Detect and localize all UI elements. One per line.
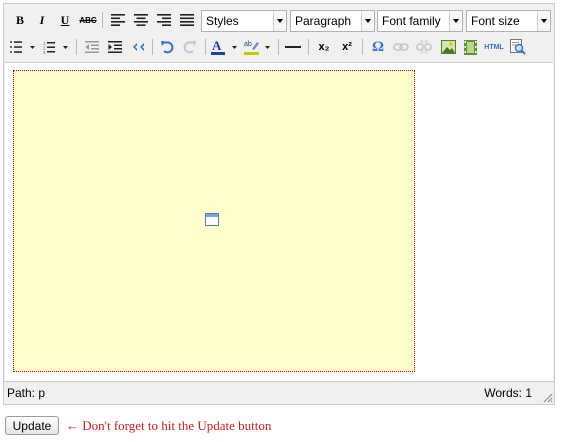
toolbar-separator bbox=[76, 39, 77, 55]
font-size-select[interactable]: Font size bbox=[466, 10, 551, 32]
svg-text:ab: ab bbox=[244, 41, 252, 48]
charmap-icon: Ω bbox=[371, 38, 384, 55]
outdent-icon bbox=[85, 41, 99, 53]
toolbar-separator bbox=[152, 39, 153, 55]
align-right-icon bbox=[157, 14, 171, 26]
undo-icon bbox=[161, 41, 174, 54]
redo-button[interactable] bbox=[180, 37, 200, 57]
italic-button[interactable]: I bbox=[32, 10, 52, 30]
bullet-list-button[interactable] bbox=[9, 37, 37, 57]
bold-icon: B bbox=[15, 12, 24, 27]
align-center-icon bbox=[134, 14, 148, 26]
chevron-down-icon bbox=[449, 11, 462, 31]
redo-icon bbox=[183, 41, 196, 54]
superscript-icon: x² bbox=[342, 41, 352, 53]
indent-icon bbox=[108, 41, 122, 53]
outdent-button[interactable] bbox=[82, 37, 102, 57]
element-path: Path: p bbox=[7, 386, 46, 400]
svg-text:3: 3 bbox=[43, 50, 46, 54]
unlink-button[interactable] bbox=[414, 37, 434, 57]
horizontal-rule-button[interactable] bbox=[283, 37, 303, 57]
text-color-button[interactable]: A bbox=[210, 37, 240, 57]
bold-button[interactable]: B bbox=[10, 10, 30, 30]
indent-button[interactable] bbox=[105, 37, 125, 57]
update-button[interactable]: Update bbox=[5, 416, 59, 435]
highlight-color-button[interactable]: ab bbox=[243, 37, 273, 57]
preview-icon bbox=[510, 39, 526, 55]
html-source-button[interactable]: HTML bbox=[482, 37, 506, 57]
image-icon bbox=[440, 40, 456, 54]
strikethrough-button[interactable]: ABC bbox=[78, 10, 98, 30]
horizontal-rule-icon bbox=[285, 46, 301, 48]
word-count: Words: 1 bbox=[484, 386, 532, 400]
blockquote-icon bbox=[133, 43, 144, 51]
toolbar-separator bbox=[362, 39, 363, 55]
update-reminder-note: ← Don't forget to hit the Update button bbox=[66, 418, 272, 433]
resize-grip-icon[interactable] bbox=[542, 392, 553, 403]
charmap-button[interactable]: Ω bbox=[368, 37, 388, 57]
strikethrough-icon: ABC bbox=[79, 15, 97, 25]
bullet-list-icon bbox=[10, 41, 35, 53]
link-icon bbox=[393, 43, 409, 51]
embedded-object-placeholder[interactable] bbox=[13, 70, 415, 372]
highlight-color-icon: ab bbox=[244, 41, 270, 55]
toolbar-separator bbox=[308, 39, 309, 55]
toolbar-separator bbox=[205, 39, 206, 55]
blockquote-button[interactable] bbox=[128, 37, 148, 57]
media-button[interactable] bbox=[460, 37, 480, 57]
svg-text:A: A bbox=[212, 39, 222, 53]
font-size-select-value: Font size bbox=[471, 14, 520, 28]
align-right-button[interactable] bbox=[154, 10, 174, 30]
window-icon bbox=[205, 213, 219, 226]
align-left-button[interactable] bbox=[108, 10, 128, 30]
font-family-select-value: Font family bbox=[382, 14, 441, 28]
align-left-icon bbox=[111, 14, 125, 26]
html-source-icon: HTML bbox=[484, 43, 504, 51]
toolbar-row-1: B I U ABC Styles Paragraph Font family F… bbox=[4, 7, 554, 33]
styles-select-value: Styles bbox=[206, 14, 239, 28]
align-justify-button[interactable] bbox=[177, 10, 197, 30]
chevron-down-icon bbox=[273, 11, 286, 31]
subscript-icon: x₂ bbox=[318, 41, 330, 53]
preview-button[interactable] bbox=[508, 37, 528, 57]
numbered-list-icon: 1 2 3 bbox=[43, 41, 68, 54]
link-button[interactable] bbox=[391, 37, 411, 57]
image-button[interactable] bbox=[438, 37, 458, 57]
align-center-button[interactable] bbox=[131, 10, 151, 30]
editor-status-bar: Path: p Words: 1 bbox=[4, 381, 554, 404]
format-select-value: Paragraph bbox=[295, 14, 352, 28]
chevron-down-icon bbox=[537, 11, 550, 31]
italic-icon: I bbox=[39, 12, 45, 27]
toolbar-separator bbox=[102, 12, 103, 28]
font-family-select[interactable]: Font family bbox=[377, 10, 463, 32]
undo-button[interactable] bbox=[157, 37, 177, 57]
rich-text-editor: B I U ABC Styles Paragraph Font family F… bbox=[3, 3, 555, 405]
toolbar-row-2: 1 2 3 A ab x₂ x² Ω HTML bbox=[4, 34, 554, 60]
editor-content-area[interactable] bbox=[5, 62, 553, 383]
underline-button[interactable]: U bbox=[55, 10, 75, 30]
align-justify-icon bbox=[180, 14, 194, 26]
chevron-down-icon bbox=[361, 11, 374, 31]
text-color-icon: A bbox=[211, 39, 237, 55]
subscript-button[interactable]: x₂ bbox=[314, 37, 334, 57]
format-select[interactable]: Paragraph bbox=[290, 10, 375, 32]
unlink-icon bbox=[416, 40, 432, 54]
styles-select[interactable]: Styles bbox=[201, 10, 287, 32]
editor-toolbar: B I U ABC Styles Paragraph Font family F… bbox=[4, 4, 554, 62]
numbered-list-button[interactable]: 1 2 3 bbox=[42, 37, 70, 57]
superscript-button[interactable]: x² bbox=[337, 37, 357, 57]
underline-icon: U bbox=[60, 12, 70, 27]
media-icon bbox=[463, 39, 477, 55]
toolbar-separator bbox=[278, 39, 279, 55]
